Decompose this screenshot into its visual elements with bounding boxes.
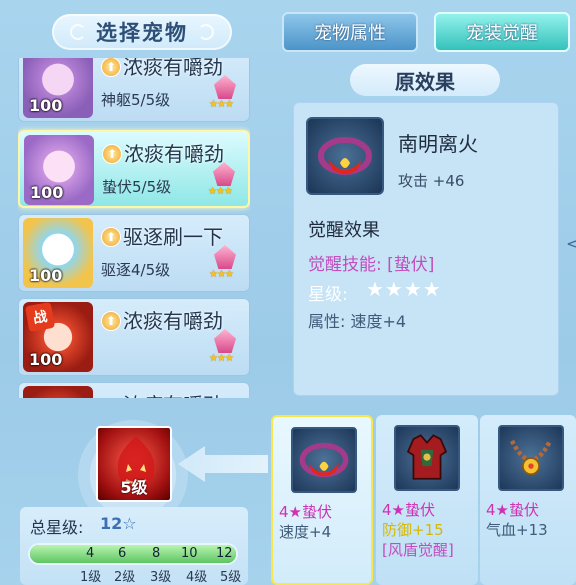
equipment-card-selected[interactable]: 4★蛰伏 速度+4 [271,415,373,585]
pet-name: 驱逐刷一下 [123,225,223,249]
pet-list-item[interactable]: 100 ⬆ 浓痰有嚼劲 神躯5/5级 ★★★ [18,58,250,122]
medal-icon: ⬆ [101,227,121,247]
star-gem-badge-icon: ★★★ [209,75,239,115]
equipment-icon[interactable] [306,117,384,195]
necklace-icon [510,439,552,476]
equipment-card-extra: [风盾觉醒] [382,541,454,559]
star-gem-badge-icon: ★★★ [209,329,239,369]
progress-mark: 10 [181,546,198,561]
equipment-card-title: 4★蛰伏 [279,503,332,521]
total-star-value: 12☆ [100,514,137,533]
pet-name: 浓痰有嚼劲 [123,389,223,398]
pet-level: 100 [30,183,64,202]
pet-level: 100 [29,96,63,115]
total-star-label: 总星级: [30,518,84,537]
level-tick: 3级 [150,570,172,585]
original-effect-title-text: 原效果 [395,69,455,94]
fire-collar-icon [318,137,372,175]
star-rating: ★★★★ [366,277,442,301]
star-progress-bar: 4 6 8 10 12 [28,543,238,565]
pet-list-item[interactable]: 浓痰有嚼劲 [18,382,250,398]
pet-stat: 驱逐4/5级 [101,261,171,279]
pet-level: 100 [29,350,63,369]
equipment-card-stat: 防御+15 [382,521,444,539]
progress-mark: 4 [86,546,95,561]
pet-name: 浓痰有嚼劲 [123,309,223,333]
level-tick: 4级 [186,570,208,585]
arrow-left-icon [178,446,268,482]
equipment-icon [291,427,357,493]
pet-list-item[interactable]: 战 100 ⬆ 浓痰有嚼劲 ★★★ [18,298,250,376]
equipment-card[interactable]: 4★蛰伏 气血+13 [480,415,576,585]
star-level-label: 星级: [308,285,348,305]
pet-avatar: 100 [23,218,93,288]
equipment-stat: 攻击 +46 [398,172,465,190]
pet-list-item[interactable]: 100 ⬆ 驱逐刷一下 驱逐4/5级 ★★★ [18,214,250,292]
attribute-bonus: 属性: 速度+4 [308,312,407,331]
progress-mark: 8 [152,546,161,561]
portrait-level: 5级 [120,478,148,497]
pet-avatar [23,386,93,398]
pet-name: 浓痰有嚼劲 [123,58,223,79]
fire-collar-icon [299,442,349,478]
select-pet-title-text: 选择宠物 [96,21,188,45]
equipment-icon [394,425,460,491]
equipment-card-title: 4★蛰伏 [486,501,539,519]
medal-icon: ⬆ [101,58,121,77]
star-gem-badge-icon: ★★★ [208,162,238,202]
equipment-card[interactable]: 4★蛰伏 防御+15 [风盾觉醒] [376,415,478,585]
level-tick: 2级 [114,570,136,585]
war-flag-icon: 战 [24,302,56,333]
pet-level: 100 [29,266,63,285]
level-tick: 1级 [80,570,102,585]
pet-avatar: 100 [24,135,94,205]
level-tick: 5级 [220,570,242,585]
selected-pet-portrait: 5级 [96,426,172,502]
medal-icon: ⬆ [101,311,121,331]
armor-vest-icon [406,434,448,480]
pet-stat: 神躯5/5级 [101,91,171,109]
pet-list-item-selected[interactable]: 100 ⬆ 浓痰有嚼劲 蛰伏5/5级 ★★★ [18,130,250,208]
equipment-card-stat: 速度+4 [279,523,332,541]
chevron-left-icon[interactable]: < [566,234,576,253]
star-progress-fill [30,545,236,563]
tab-pet-attributes[interactable]: 宠物属性 [282,12,418,52]
progress-mark: 12 [216,546,233,561]
awaken-effect-title: 觉醒效果 [308,220,380,241]
ornament-icon [70,24,86,40]
pet-avatar: 战 100 [23,302,93,372]
progress-mark: 6 [118,546,127,561]
ornament-icon [198,24,214,40]
equipment-icon [498,425,564,491]
equipment-name: 南明离火 [398,132,478,156]
star-gem-badge-icon: ★★★ [209,245,239,285]
pet-avatar: 100 [23,58,93,118]
equipment-card-stat: 气血+13 [486,521,548,539]
equipment-card-title: 4★蛰伏 [382,501,435,519]
pet-list[interactable]: 100 ⬆ 浓痰有嚼劲 神躯5/5级 ★★★ 100 ⬆ 浓痰有嚼劲 蛰伏5/5… [18,58,250,398]
tab-pet-gear-awaken[interactable]: 宠装觉醒 [434,12,570,52]
select-pet-title: 选择宠物 [52,14,232,50]
pet-stat: 蛰伏5/5级 [102,178,172,196]
awaken-skill: 觉醒技能: [蛰伏] [308,255,435,275]
original-effect-title: 原效果 [350,64,500,96]
medal-icon: ⬆ [102,144,122,164]
